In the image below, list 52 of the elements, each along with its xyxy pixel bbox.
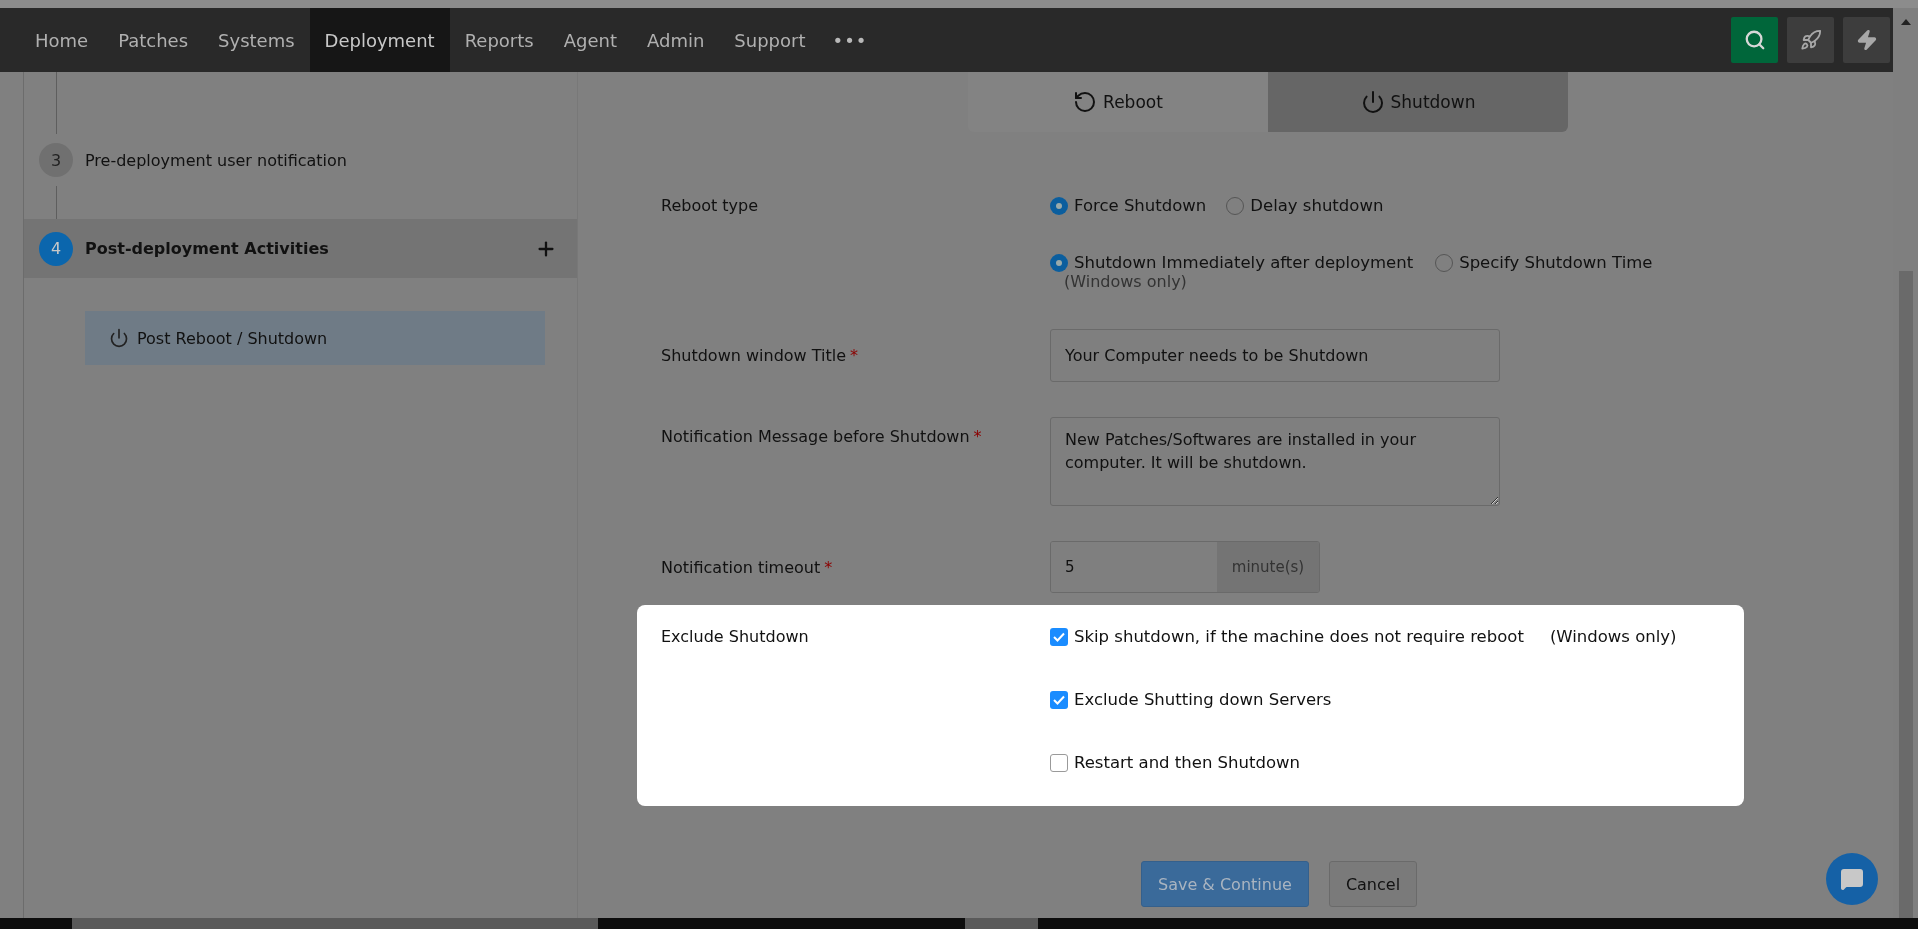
checkbox-option[interactable]: Skip shutdown, if the machine does not require reboot: [1050, 627, 1524, 646]
nav-tab[interactable]: Deployment: [309, 8, 450, 72]
nav-tab[interactable]: Reports: [449, 8, 549, 72]
reboot-icon: [1073, 90, 1098, 114]
nav-tab[interactable]: Admin: [632, 8, 720, 72]
step-item[interactable]: 3 Pre-deployment user notification: [24, 134, 577, 186]
step-label: Pre-deployment user notification: [85, 150, 348, 170]
nav-tab[interactable]: Agent: [548, 8, 632, 72]
field-label: Notification Message before Shutdown *: [661, 426, 983, 446]
checkbox-option[interactable]: Exclude Shutting down Servers: [1050, 690, 1332, 709]
search-icon: [1743, 29, 1766, 51]
text-field[interactable]: Your Computer needs to be Shutdown: [1050, 329, 1500, 382]
note-text: (Windows only): [1064, 272, 1187, 291]
scroll-thumb[interactable]: [1898, 271, 1913, 918]
chat-button[interactable]: [1826, 853, 1878, 905]
mode-tab[interactable]: Shutdown: [1268, 72, 1568, 132]
check-icon: [1053, 631, 1065, 642]
radio-option[interactable]: Delay shutdown: [1226, 196, 1384, 215]
field-label: Shutdown window Title *: [661, 346, 860, 365]
timeout-field[interactable]: 5 minute(s): [1050, 541, 1320, 593]
nav-tab[interactable]: Home: [20, 8, 104, 72]
field-label: Exclude Shutdown: [661, 627, 810, 646]
power-icon: [109, 328, 129, 348]
message-field[interactable]: New Patches/Softwares are installed in your computer. It will be shutdown.: [1050, 417, 1500, 506]
chat-icon: [1840, 867, 1864, 891]
search-button[interactable]: [1731, 17, 1778, 63]
step-number: 4: [39, 231, 73, 266]
lightning-button[interactable]: [1843, 17, 1890, 63]
radio-option[interactable]: Force Shutdown: [1050, 196, 1207, 215]
cancel-button[interactable]: Cancel: [1328, 861, 1418, 907]
unit-addon: minute(s): [1217, 542, 1319, 592]
step-number: 3: [39, 143, 73, 177]
checkbox-option[interactable]: Restart and then Shutdown: [1050, 753, 1300, 772]
nav-tab[interactable]: Patches: [103, 8, 204, 72]
nav-tab[interactable]: Systems: [203, 8, 310, 72]
step-label: Post-deployment Activities: [85, 239, 330, 258]
field-label: Reboot type: [661, 196, 760, 215]
note-text: (Windows only): [1549, 627, 1677, 646]
scroll-up-icon[interactable]: [1900, 18, 1911, 26]
sub-step-item[interactable]: Post Reboot / Shutdown: [85, 311, 545, 365]
save-button[interactable]: Save & Continue: [1141, 861, 1309, 907]
step-item[interactable]: 4 Post-deployment Activities: [24, 219, 577, 278]
check-icon: [1053, 694, 1065, 705]
rocket-button[interactable]: [1787, 17, 1834, 63]
power-icon: [1360, 90, 1385, 114]
field-label: Notification timeout *: [661, 557, 834, 577]
more-menu[interactable]: •••: [820, 8, 880, 72]
rocket-icon: [1799, 29, 1822, 51]
nav-tab[interactable]: Support: [719, 8, 821, 72]
radio-option[interactable]: Shutdown Immediately after deployment: [1050, 253, 1414, 272]
radio-option[interactable]: Specify Shutdown Time: [1435, 253, 1653, 272]
lightning-icon: [1855, 29, 1878, 51]
